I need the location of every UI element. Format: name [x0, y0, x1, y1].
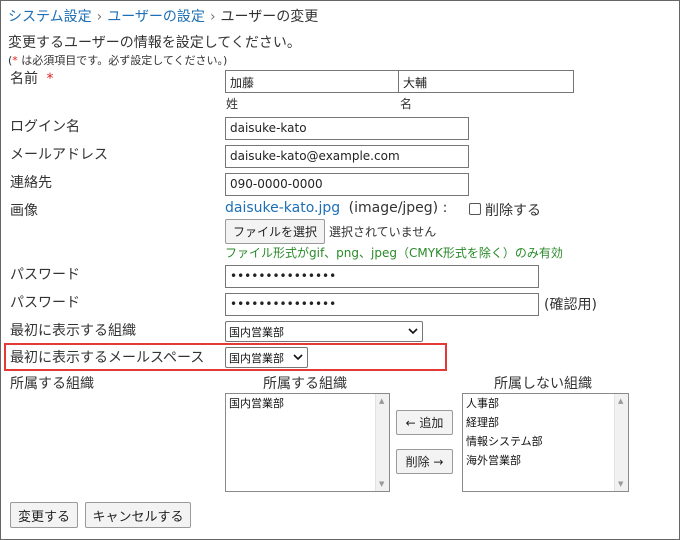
- image-format-hint: ファイル形式がgif、png、jpeg（CMYK形式を除く）のみ有効: [225, 246, 563, 260]
- required-note-text: は必須項目です。必ず設定してください。: [17, 54, 224, 67]
- chevron-right-icon: ›: [96, 9, 103, 25]
- required-note: (* は必須項目です。必ず設定してください。): [8, 54, 228, 67]
- login-name-input[interactable]: daisuke-kato: [225, 117, 469, 140]
- image-file-link[interactable]: daisuke-kato.jpg: [225, 200, 340, 216]
- first-org-select[interactable]: 国内営業部: [225, 321, 423, 342]
- add-org-button[interactable]: ← 追加: [396, 410, 453, 435]
- password-label: パスワード: [10, 267, 80, 283]
- image-file-type: (image/jpeg) :: [348, 200, 448, 216]
- password-input[interactable]: •••••••••••••••: [225, 265, 539, 288]
- list-item[interactable]: 人事部: [463, 394, 628, 413]
- delete-image-label[interactable]: 削除する: [485, 200, 541, 220]
- cancel-button[interactable]: キャンセルする: [85, 502, 191, 528]
- delete-image-checkbox[interactable]: [469, 203, 481, 215]
- first-mail-space-selected: 国内営業部: [229, 351, 284, 365]
- chevron-down-icon: [408, 324, 418, 341]
- name-label-text: 名前: [10, 71, 38, 87]
- last-name-input[interactable]: 加藤: [225, 70, 399, 93]
- name-required-mark: *: [46, 71, 54, 87]
- phone-input[interactable]: 090-0000-0000: [225, 173, 469, 196]
- image-row: daisuke-kato.jpg (image/jpeg) :: [225, 200, 447, 216]
- list-item[interactable]: 情報システム部: [463, 432, 628, 451]
- login-label: ログイン名: [10, 119, 80, 135]
- intro-text: 変更するユーザーの情報を設定してください。: [8, 35, 301, 51]
- chevron-down-icon: [293, 350, 303, 367]
- submit-button[interactable]: 変更する: [10, 502, 78, 528]
- scroll-up-icon[interactable]: ▲: [618, 397, 623, 405]
- scrollbar[interactable]: ▲ ▼: [614, 394, 628, 491]
- first-org-selected: 国内営業部: [229, 325, 284, 339]
- scrollbar[interactable]: ▲ ▼: [375, 394, 389, 491]
- first-org-label: 最初に表示する組織: [10, 323, 136, 339]
- first-mail-space-select[interactable]: 国内営業部: [225, 347, 308, 368]
- last-name-caption: 姓: [226, 97, 239, 111]
- list-item[interactable]: 経理部: [463, 413, 628, 432]
- first-mail-space-label: 最初に表示するメールスペース: [10, 350, 205, 366]
- image-label: 画像: [10, 203, 38, 219]
- first-name-input[interactable]: 大輔: [398, 70, 574, 93]
- choose-file-button[interactable]: ファイルを選択: [225, 219, 325, 244]
- nonmember-orgs-listbox[interactable]: 人事部 経理部 情報システム部 海外営業部 ▲ ▼: [462, 393, 629, 492]
- email-label: メールアドレス: [10, 147, 108, 163]
- nonmember-orgs-header: 所属しない組織: [494, 376, 592, 392]
- member-orgs-listbox[interactable]: 国内営業部 ▲ ▼: [225, 393, 390, 492]
- password-confirm-label: パスワード: [10, 295, 80, 311]
- breadcrumb: システム設定 › ユーザーの設定 › ユーザーの変更: [8, 6, 318, 26]
- password-confirm-input[interactable]: •••••••••••••••: [225, 293, 539, 316]
- name-label: 名前 *: [10, 68, 53, 88]
- scroll-up-icon[interactable]: ▲: [379, 397, 384, 405]
- no-file-text: 選択されていません: [329, 225, 437, 239]
- first-name-caption: 名: [400, 97, 413, 111]
- remove-org-button[interactable]: 削除 →: [396, 449, 453, 474]
- breadcrumb-current: ユーザーの変更: [220, 9, 319, 25]
- list-item[interactable]: 海外営業部: [463, 451, 628, 470]
- password-confirm-suffix: (確認用): [544, 297, 597, 313]
- breadcrumb-user-settings[interactable]: ユーザーの設定: [107, 9, 205, 25]
- scroll-down-icon[interactable]: ▼: [618, 480, 623, 488]
- orgs-label: 所属する組織: [10, 376, 94, 392]
- chevron-right-icon: ›: [209, 9, 216, 25]
- list-item[interactable]: 国内営業部: [226, 394, 389, 413]
- member-orgs-header: 所属する組織: [263, 376, 347, 392]
- phone-label: 連絡先: [10, 175, 52, 191]
- breadcrumb-system-settings[interactable]: システム設定: [8, 9, 92, 25]
- email-input[interactable]: daisuke-kato@example.com: [225, 145, 469, 168]
- scroll-down-icon[interactable]: ▼: [379, 480, 384, 488]
